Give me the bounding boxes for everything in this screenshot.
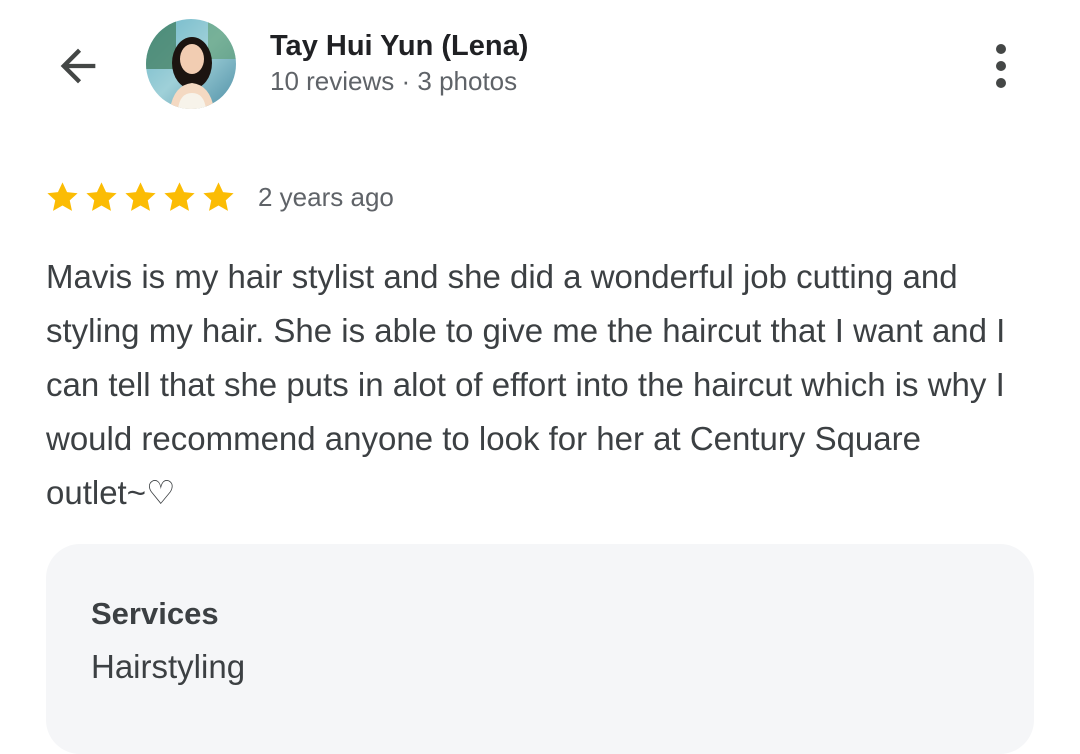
arrow-left-icon bbox=[60, 48, 96, 84]
avatar-image bbox=[146, 19, 236, 109]
avatar[interactable] bbox=[146, 19, 236, 109]
review-header: Tay Hui Yun (Lena) 10 reviews · 3 photos bbox=[0, 0, 1080, 130]
more-vertical-icon bbox=[996, 44, 1006, 54]
star-icon bbox=[125, 181, 156, 211]
review-text: Mavis is my hair stylist and she did a w… bbox=[46, 258, 1006, 511]
more-options-button[interactable] bbox=[976, 36, 1026, 96]
author-info[interactable]: Tay Hui Yun (Lena) 10 reviews · 3 photos bbox=[270, 28, 528, 98]
services-title: Services bbox=[91, 596, 219, 631]
rating-row: 2 years ago bbox=[44, 176, 394, 218]
star-icon bbox=[86, 181, 117, 211]
star-rating bbox=[44, 179, 237, 216]
services-value: Hairstyling bbox=[91, 648, 246, 685]
more-vertical-icon-dot bbox=[996, 78, 1006, 88]
author-meta: 10 reviews · 3 photos bbox=[270, 66, 518, 96]
more-vertical-icon-dot bbox=[996, 61, 1006, 71]
star-icon bbox=[164, 181, 195, 211]
back-button[interactable] bbox=[50, 38, 106, 94]
star-icon bbox=[47, 181, 78, 211]
services-card: Services Hairstyling bbox=[46, 544, 1034, 754]
star-icon bbox=[203, 181, 234, 211]
author-name[interactable]: Tay Hui Yun (Lena) bbox=[270, 28, 528, 64]
review-age: 2 years ago bbox=[258, 181, 394, 212]
